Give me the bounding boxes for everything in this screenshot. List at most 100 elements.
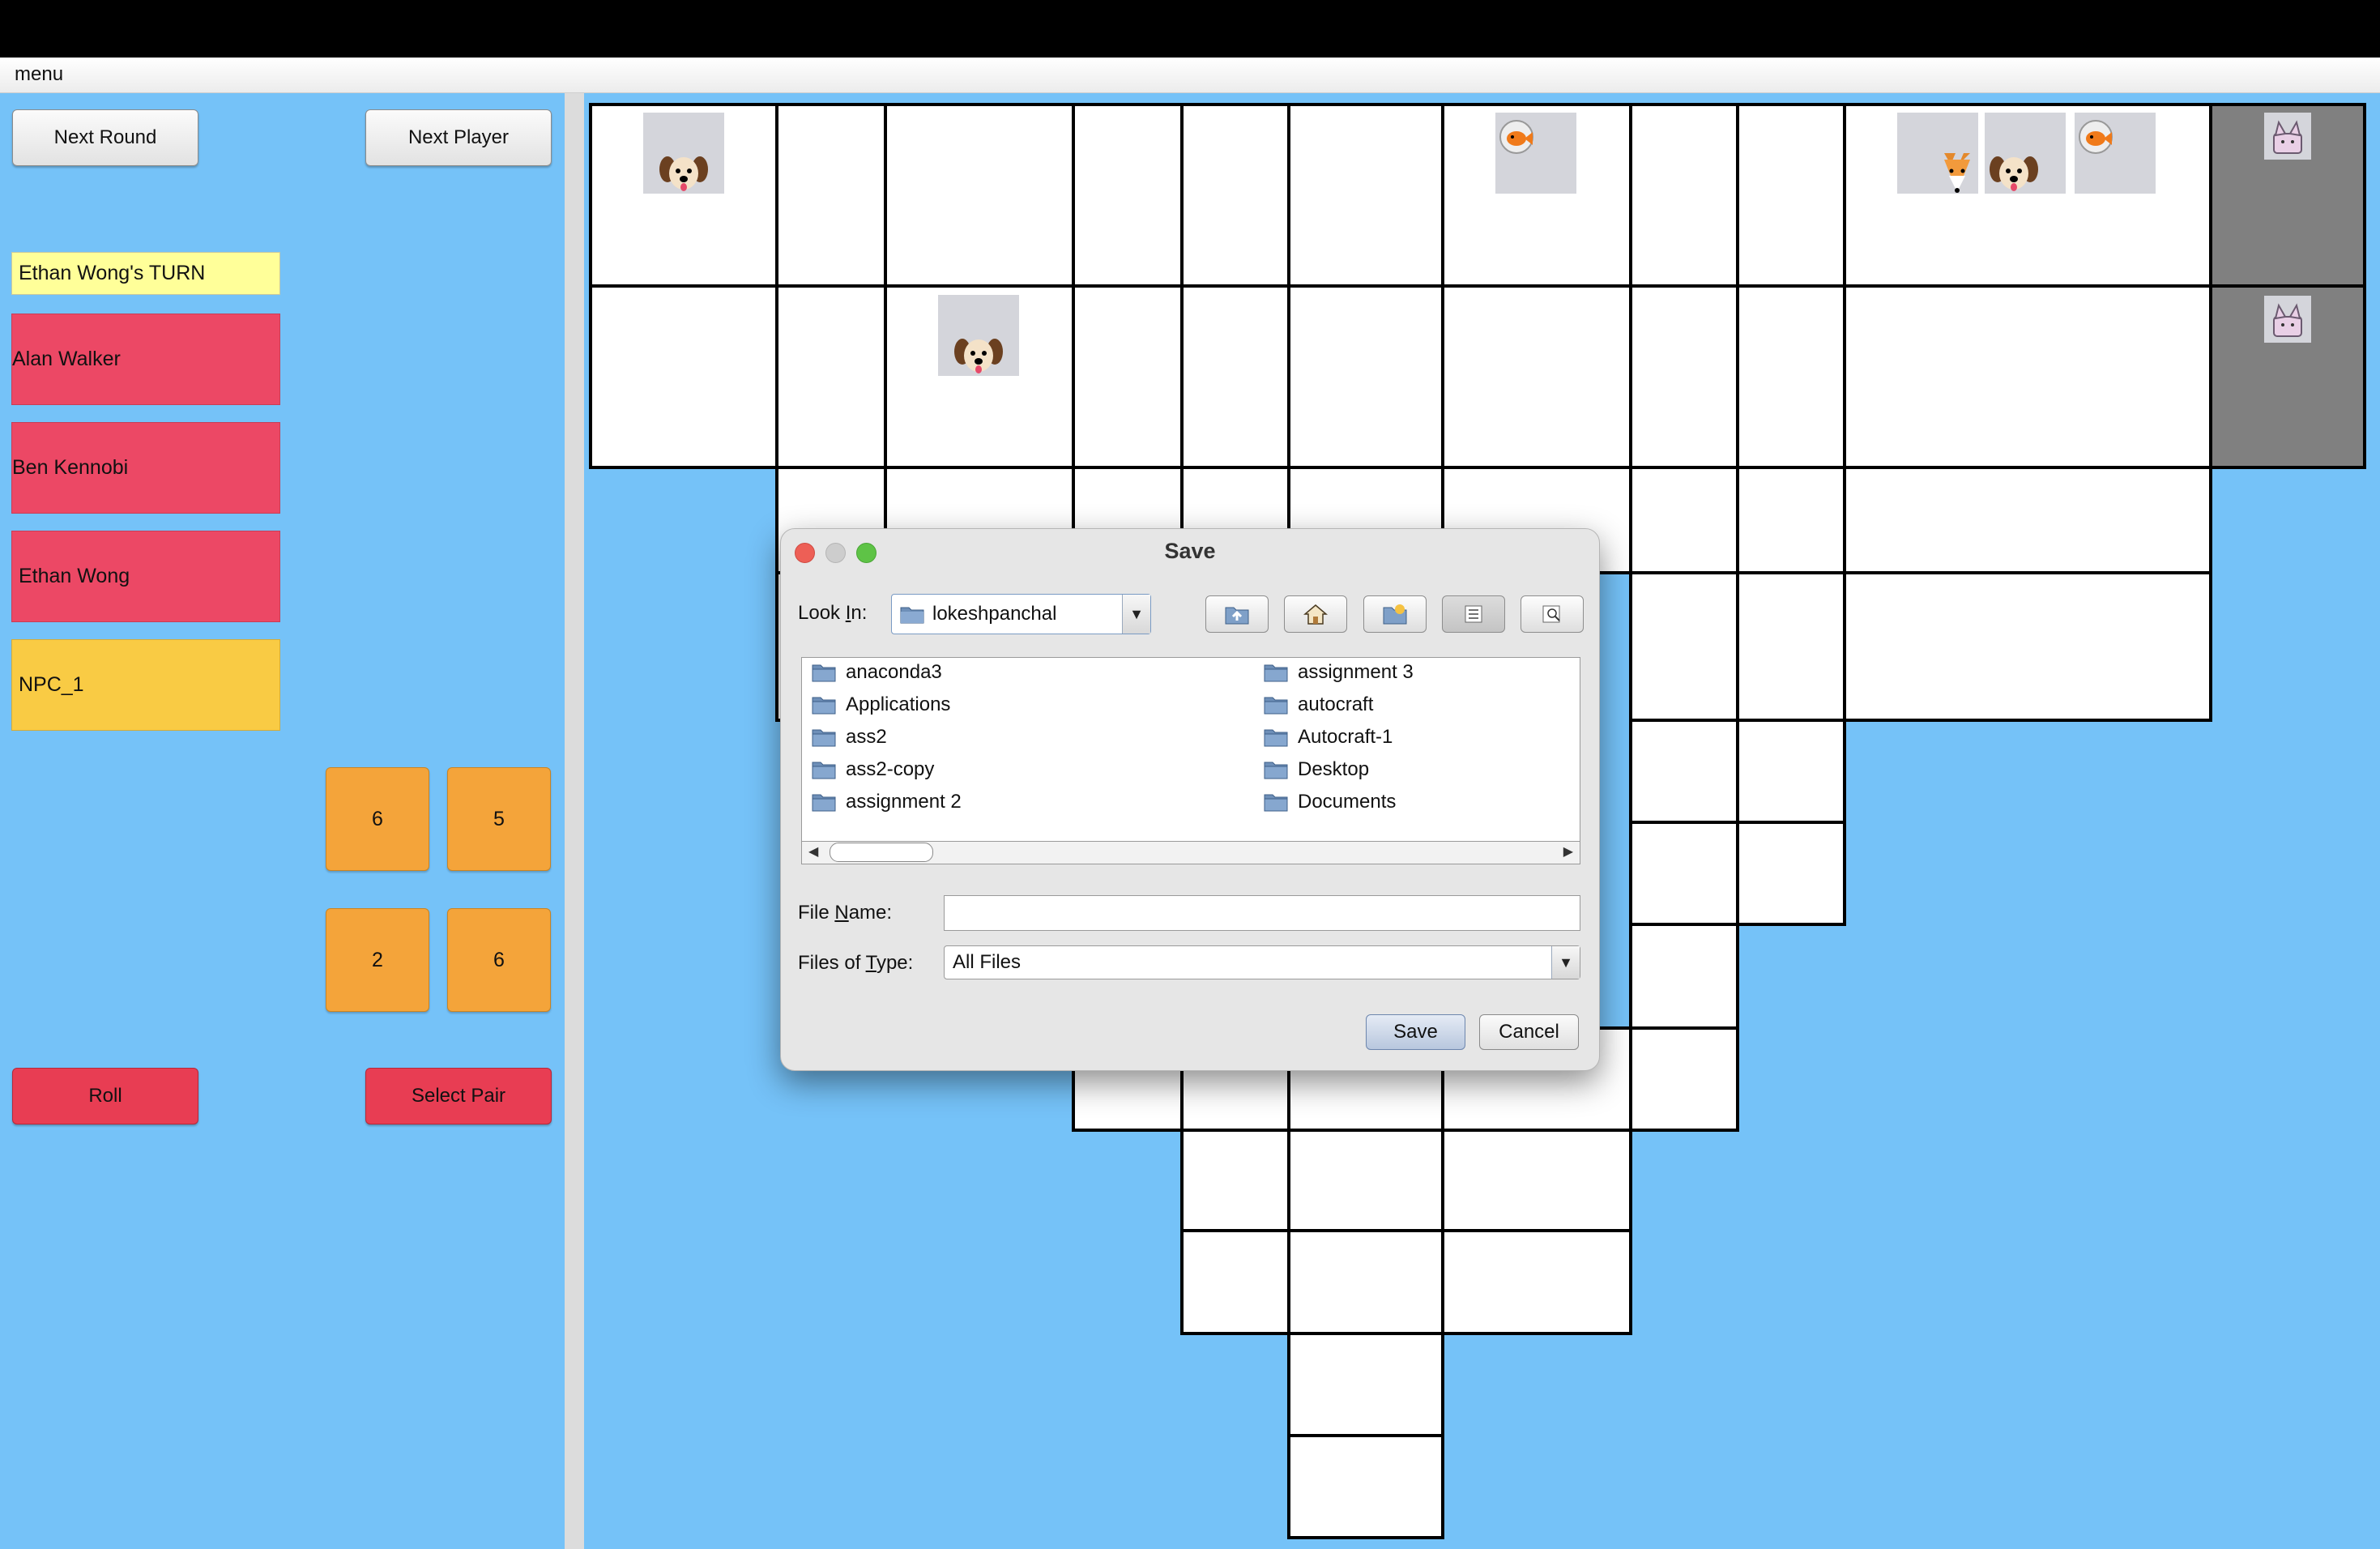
cancel-button[interactable]: Cancel — [1479, 1014, 1579, 1050]
board-cell[interactable] — [1629, 719, 1739, 824]
board-cell[interactable] — [775, 103, 887, 288]
up-folder-button[interactable] — [1205, 595, 1269, 633]
list-item[interactable]: ass2-copy — [812, 755, 934, 784]
board-cell[interactable] — [1180, 1229, 1290, 1335]
folder-icon — [812, 794, 836, 812]
look-in-combo[interactable]: lokeshpanchal ▼ — [891, 594, 1151, 634]
board-cell[interactable] — [1287, 103, 1444, 288]
board-cell[interactable] — [1180, 284, 1290, 469]
board-cell[interactable] — [1736, 103, 1846, 288]
horizontal-scrollbar[interactable]: ◀ ▶ — [801, 842, 1580, 864]
menu-item-menu[interactable]: menu — [15, 63, 63, 86]
look-in-label: Look In: — [798, 602, 868, 624]
die-3[interactable]: 2 — [326, 908, 429, 1012]
list-item[interactable]: Autocraft-1 — [1264, 723, 1393, 752]
fish-token-icon[interactable] — [2075, 113, 2156, 194]
file-list[interactable]: anaconda3 Applications ass2 ass2-copy as… — [801, 657, 1580, 842]
list-item[interactable]: anaconda3 — [812, 658, 942, 687]
board-cell[interactable] — [1843, 466, 2212, 574]
die-4[interactable]: 6 — [447, 908, 551, 1012]
new-folder-icon — [1383, 604, 1407, 625]
next-round-button[interactable]: Next Round — [12, 109, 198, 166]
home-icon — [1303, 604, 1328, 625]
next-player-button[interactable]: Next Player — [365, 109, 552, 166]
save-button[interactable]: Save — [1366, 1014, 1465, 1050]
board-cell[interactable] — [1629, 466, 1739, 574]
details-view-button[interactable] — [1521, 595, 1584, 633]
player-card-npc-1: NPC_1 — [11, 639, 280, 731]
list-item[interactable]: Documents — [1264, 787, 1396, 817]
board-cell[interactable] — [1736, 821, 1846, 926]
folder-icon — [1264, 794, 1288, 812]
list-view-button[interactable] — [1442, 595, 1505, 633]
board-cell[interactable] — [1287, 1434, 1444, 1539]
fish-token-icon[interactable] — [1495, 113, 1576, 194]
fox-token-icon[interactable] — [1897, 113, 1978, 194]
folder-icon — [1264, 729, 1288, 747]
board-cell[interactable] — [1072, 103, 1184, 288]
up-folder-icon — [1225, 607, 1249, 625]
list-item[interactable]: Desktop — [1264, 755, 1369, 784]
home-button[interactable] — [1284, 595, 1347, 633]
files-of-type-dropdown-arrow[interactable]: ▼ — [1551, 946, 1580, 979]
board-cell[interactable] — [1072, 284, 1184, 469]
board-cell[interactable] — [1287, 284, 1444, 469]
board-cell[interactable] — [1736, 284, 1846, 469]
board-cell[interactable] — [775, 284, 887, 469]
board-cell[interactable] — [1629, 103, 1739, 288]
board-cell[interactable] — [1629, 284, 1739, 469]
list-item[interactable]: ass2 — [812, 723, 887, 752]
board-cell[interactable] — [1629, 571, 1739, 722]
die-1[interactable]: 6 — [326, 767, 429, 871]
list-item[interactable]: Applications — [812, 690, 950, 719]
dog-token-icon[interactable] — [643, 113, 724, 194]
board-cell[interactable] — [1843, 571, 2212, 722]
list-item[interactable]: assignment 2 — [812, 787, 962, 817]
board-cell[interactable] — [1287, 1129, 1444, 1232]
files-of-type-select[interactable]: All Files ▼ — [944, 945, 1580, 979]
new-folder-button[interactable] — [1363, 595, 1427, 633]
dog-token-icon[interactable] — [938, 295, 1019, 376]
board-cell[interactable] — [1287, 1332, 1444, 1437]
file-name-input[interactable] — [944, 895, 1580, 931]
board-cell[interactable] — [1736, 571, 1846, 722]
scrollbar-thumb[interactable] — [830, 843, 933, 862]
board-cell[interactable] — [1843, 284, 2212, 469]
dog-token-icon[interactable] — [1985, 113, 2066, 194]
scroll-left-icon[interactable]: ◀ — [808, 843, 818, 860]
file-name-label: File Name: — [798, 902, 893, 924]
board-cell[interactable] — [1441, 1129, 1632, 1232]
board-cell[interactable] — [1441, 284, 1632, 469]
board-cell[interactable] — [1629, 1026, 1739, 1132]
board-cell[interactable] — [1180, 1129, 1290, 1232]
turn-indicator: Ethan Wong's TURN — [11, 252, 280, 295]
board-cell[interactable] — [1736, 466, 1846, 574]
details-view-icon — [1542, 605, 1560, 623]
board-cell[interactable] — [1180, 103, 1290, 288]
board-cell[interactable] — [1736, 719, 1846, 824]
board-cell[interactable] — [884, 103, 1075, 288]
list-item[interactable]: assignment 3 — [1264, 658, 1414, 687]
look-in-dropdown-arrow[interactable]: ▼ — [1122, 595, 1150, 634]
cat-token-icon[interactable] — [2264, 113, 2311, 160]
player-card-ben-kennobi: Ben Kennobi — [11, 422, 280, 514]
board-cell[interactable] — [1629, 821, 1739, 926]
scroll-right-icon[interactable]: ▶ — [1563, 843, 1573, 860]
roll-button[interactable]: Roll — [12, 1068, 198, 1124]
die-2[interactable]: 5 — [447, 767, 551, 871]
board-cell[interactable] — [1287, 1229, 1444, 1335]
files-of-type-label: Files of Type: — [798, 952, 914, 974]
look-in-value: lokeshpanchal — [932, 603, 1057, 625]
board-cell[interactable] — [589, 284, 778, 469]
list-item[interactable]: autocraft — [1264, 690, 1373, 719]
board-cell[interactable] — [1441, 1229, 1632, 1335]
folder-icon — [812, 697, 836, 715]
folder-icon — [812, 664, 836, 682]
select-pair-button[interactable]: Select Pair — [365, 1068, 552, 1124]
panel-divider[interactable] — [565, 93, 584, 1549]
list-view-icon — [1465, 605, 1482, 623]
folder-icon — [1264, 762, 1288, 779]
folder-icon — [1264, 664, 1288, 682]
board-cell[interactable] — [1629, 923, 1739, 1030]
cat-token-icon[interactable] — [2264, 296, 2311, 343]
